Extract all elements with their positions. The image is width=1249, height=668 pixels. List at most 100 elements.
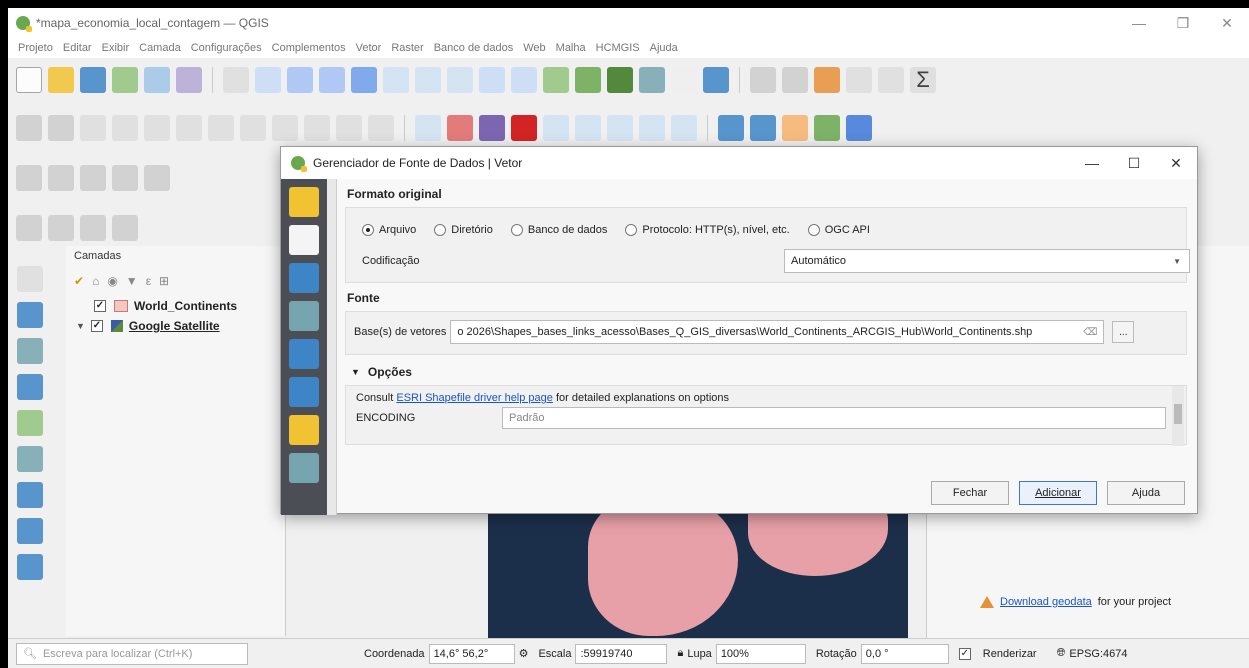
vertex-tool-icon[interactable] <box>176 115 202 141</box>
menu-exibir[interactable]: Exibir <box>102 42 130 54</box>
layer-item[interactable]: ✓ World_Continents <box>66 296 285 316</box>
chevron-down-icon[interactable]: ▼ <box>76 321 85 331</box>
radio-banco-de-dados[interactable]: Banco de dados <box>510 224 607 236</box>
paste-features-icon[interactable] <box>304 115 330 141</box>
save-project-icon[interactable] <box>80 67 106 93</box>
plugin-globe-2-icon[interactable] <box>750 115 776 141</box>
encoding-select[interactable]: Automático ▼ <box>784 249 1190 273</box>
help-button[interactable]: Ajuda <box>1107 481 1185 505</box>
sigma-icon[interactable]: Σ <box>910 67 936 93</box>
geopackage-source-icon[interactable] <box>289 415 319 445</box>
layout-manager-icon[interactable] <box>144 67 170 93</box>
copy-features-icon[interactable] <box>272 115 298 141</box>
menu-hcmgis[interactable]: HCMGIS <box>596 42 640 54</box>
zoom-out-icon[interactable] <box>319 67 345 93</box>
add-mesh-layer-icon[interactable] <box>17 338 43 364</box>
add-wfs-icon[interactable] <box>17 554 43 580</box>
zoom-full-icon[interactable] <box>351 67 377 93</box>
dialog-minimize-button[interactable]: — <box>1071 147 1113 179</box>
style-manager-icon[interactable] <box>176 67 202 93</box>
zoom-layer-icon[interactable] <box>415 67 441 93</box>
sidebar-scrollbar[interactable] <box>327 179 337 515</box>
encoding-option-input[interactable]: Padrão <box>502 407 1166 429</box>
add-postgis-icon[interactable] <box>17 482 43 508</box>
refresh-icon[interactable] <box>703 67 729 93</box>
menu-banco-de-dados[interactable]: Banco de dados <box>434 42 514 54</box>
menu-camada[interactable]: Camada <box>139 42 181 54</box>
zoom-next-icon[interactable] <box>511 67 537 93</box>
label-toolbar-icon[interactable] <box>415 115 441 141</box>
plugin-globe-icon[interactable] <box>718 115 744 141</box>
browser-folder-icon[interactable] <box>289 187 319 217</box>
database-source-icon[interactable] <box>289 453 319 483</box>
menu-malha[interactable]: Malha <box>556 42 586 54</box>
expand-all-icon[interactable]: ⊞ <box>159 274 169 288</box>
offset-curve-icon[interactable] <box>48 165 74 191</box>
menu-editar[interactable]: Editar <box>63 42 92 54</box>
add-group-icon[interactable]: ⌂ <box>92 274 99 288</box>
crs-status[interactable]: 🌐︎ EPSG:4674 <box>1057 647 1128 660</box>
raster-source-icon[interactable] <box>289 263 319 293</box>
pan-to-selection-icon[interactable] <box>255 67 281 93</box>
ellipse-tool-icon[interactable] <box>48 215 74 241</box>
show-bookmarks-icon[interactable] <box>639 67 665 93</box>
filter-legend-icon[interactable]: ▼ <box>126 274 138 288</box>
download-geodata-link[interactable]: Download geodata <box>1000 596 1092 608</box>
options-header[interactable]: ▼ Opções <box>337 355 1197 385</box>
measure-icon[interactable] <box>846 67 872 93</box>
point-cloud-source-icon[interactable] <box>289 339 319 369</box>
clear-input-icon[interactable]: ⌫ <box>1083 327 1097 338</box>
plugin-layers-icon[interactable] <box>814 115 840 141</box>
radio-diretorio[interactable]: Diretório <box>434 224 493 236</box>
new-print-layout-icon[interactable] <box>112 67 138 93</box>
scale-combo[interactable]: :59919740 <box>575 643 668 664</box>
mesh-source-icon[interactable] <box>289 301 319 331</box>
scrollbar-thumb[interactable] <box>1174 404 1182 424</box>
rotate-label-icon[interactable] <box>639 115 665 141</box>
add-wms-icon[interactable] <box>17 518 43 544</box>
move-label-icon[interactable] <box>607 115 633 141</box>
add-vector-layer-icon[interactable] <box>17 266 43 292</box>
open-project-icon[interactable] <box>48 67 74 93</box>
add-spatialite-icon[interactable] <box>17 446 43 472</box>
browse-button[interactable]: ... <box>1112 321 1135 343</box>
zoom-selection-icon[interactable] <box>383 67 409 93</box>
menu-complementos[interactable]: Complementos <box>272 42 346 54</box>
dialog-close-button[interactable]: ✕ <box>1155 147 1197 179</box>
coordinate-field[interactable]: 14,6° 56,2° <box>428 643 515 664</box>
filter-expression-icon[interactable]: ε <box>146 274 151 288</box>
menu-configuracoes[interactable]: Configurações <box>191 42 262 54</box>
change-label-icon[interactable] <box>671 115 697 141</box>
digitize-icon[interactable] <box>112 115 138 141</box>
magnifier-spinbox[interactable]: 100% <box>715 643 806 664</box>
new-map-view-icon[interactable] <box>543 67 569 93</box>
add-raster-layer-icon[interactable] <box>17 302 43 328</box>
identify-features-icon[interactable] <box>750 67 776 93</box>
maximize-button[interactable]: ❐ <box>1161 8 1205 38</box>
radio-arquivo[interactable]: Arquivo <box>362 224 416 236</box>
add-ring-icon[interactable] <box>112 165 138 191</box>
undo-icon[interactable] <box>336 115 362 141</box>
style-panel-icon[interactable]: ✔ <box>74 274 84 288</box>
lock-icon[interactable]: 🔒︎ <box>677 647 683 660</box>
select-features-icon[interactable] <box>814 67 840 93</box>
delete-selected-icon[interactable] <box>208 115 234 141</box>
dialog-maximize-button[interactable]: ☐ <box>1113 147 1155 179</box>
add-part-icon[interactable] <box>144 165 170 191</box>
circle-tool-icon[interactable] <box>16 215 42 241</box>
label-abc-red-icon[interactable] <box>511 115 537 141</box>
driver-help-link[interactable]: ESRI Shapefile driver help page <box>396 392 553 404</box>
menu-projeto[interactable]: Projeto <box>18 42 53 54</box>
toggle-editing-icon[interactable] <box>48 115 74 141</box>
layer-item[interactable]: ▼ ✓ Google Satellite <box>66 316 285 336</box>
redo-icon[interactable] <box>368 115 394 141</box>
current-edits-icon[interactable] <box>16 115 42 141</box>
add-layer-button[interactable]: Adicionar <box>1019 481 1097 505</box>
vector-source-icon[interactable] <box>289 225 319 255</box>
label-abc-icon[interactable] <box>479 115 505 141</box>
close-dialog-button[interactable]: Fechar <box>931 481 1009 505</box>
advanced-digitizing-icon[interactable] <box>16 165 42 191</box>
rectangle-tool-icon[interactable] <box>80 215 106 241</box>
menu-ajuda[interactable]: Ajuda <box>650 42 678 54</box>
statistics-summary-icon[interactable] <box>878 67 904 93</box>
